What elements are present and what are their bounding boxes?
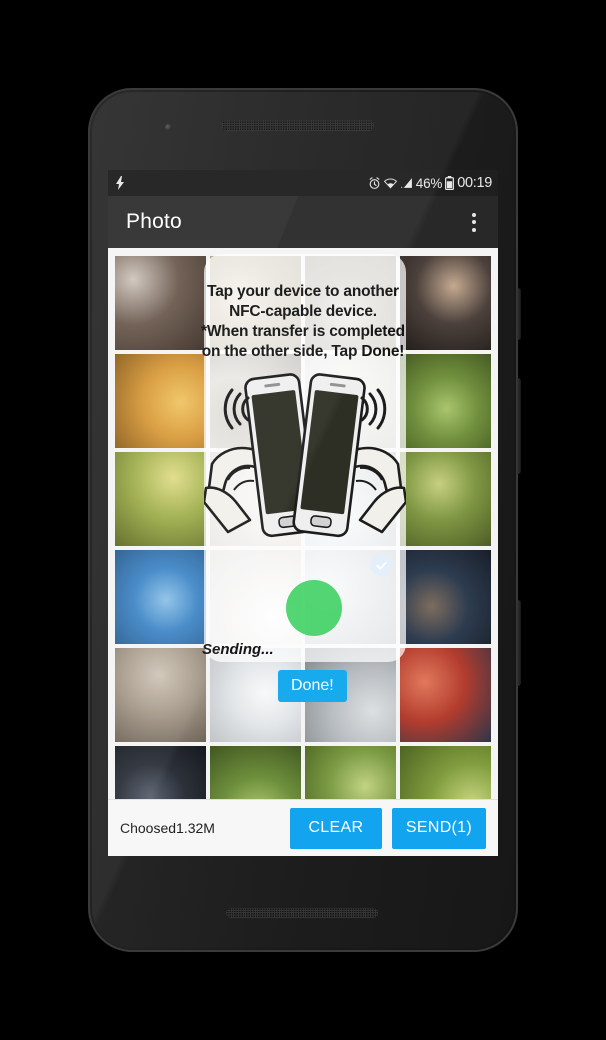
battery-percentage: 46%: [415, 175, 443, 191]
clear-button[interactable]: CLEAR: [289, 807, 382, 849]
photo-thumbnail[interactable]: [305, 354, 396, 448]
photo-thumbnail-image: [115, 648, 206, 742]
photo-thumbnail-image: [115, 256, 206, 350]
phone-screen: 46% 00:19 Photo Tap your device to anoth…: [108, 170, 498, 856]
photo-thumbnail-image: [210, 452, 301, 546]
earpiece-speaker: [222, 120, 374, 131]
front-camera-icon: [165, 124, 172, 131]
photo-picker-content: Tap your device to another NFC-capable d…: [108, 248, 498, 856]
photo-thumbnail-image: [210, 256, 301, 350]
photo-thumbnail-image: [115, 550, 206, 644]
photo-thumbnail[interactable]: [115, 452, 206, 546]
power-button[interactable]: [516, 288, 521, 340]
sending-status-text: Sending...: [202, 641, 274, 658]
photo-thumbnail-image: [210, 354, 301, 448]
bottom-action-bar: Choosed1.32M CLEAR SEND(1): [108, 799, 498, 856]
photo-thumbnail[interactable]: [400, 648, 491, 742]
chosen-size-label: Choosed1.32M: [120, 820, 215, 836]
photo-thumbnail-image: [400, 354, 491, 448]
status-bar-clock: 00:19: [457, 175, 492, 191]
volume-up-button[interactable]: [516, 378, 521, 474]
photo-thumbnail[interactable]: [400, 256, 491, 350]
photo-thumbnail-image: [400, 452, 491, 546]
page-title: Photo: [126, 210, 182, 233]
photo-thumbnail[interactable]: [115, 354, 206, 448]
photo-thumbnail-image: [400, 256, 491, 350]
photo-thumbnail[interactable]: [305, 452, 396, 546]
photo-thumbnail[interactable]: [305, 256, 396, 350]
done-button[interactable]: Done!: [278, 670, 347, 702]
check-circle-icon: [370, 554, 392, 576]
photo-thumbnail[interactable]: [210, 354, 301, 448]
status-bar-left: [116, 176, 124, 190]
photo-thumbnail[interactable]: [210, 256, 301, 350]
photo-thumbnail[interactable]: [115, 648, 206, 742]
photo-thumbnail[interactable]: [115, 550, 206, 644]
photo-thumbnail-image: [400, 648, 491, 742]
volume-down-button[interactable]: [516, 600, 521, 686]
photo-thumbnail-image: [305, 256, 396, 350]
photo-thumbnail-image: [115, 452, 206, 546]
wifi-icon: [383, 177, 397, 189]
photo-thumbnail[interactable]: [400, 550, 491, 644]
photo-thumbnail-image: [115, 354, 206, 448]
status-bar: 46% 00:19: [108, 170, 498, 196]
photo-thumbnail[interactable]: [115, 256, 206, 350]
bottom-speaker-grille: [226, 908, 378, 918]
battery-icon: [445, 176, 455, 190]
photo-thumbnail-image: [400, 550, 491, 644]
overflow-menu-icon[interactable]: [462, 205, 486, 240]
send-button[interactable]: SEND(1): [391, 807, 486, 849]
photo-thumbnail[interactable]: [400, 452, 491, 546]
photo-thumbnail[interactable]: [210, 452, 301, 546]
photo-thumbnail-image: [305, 452, 396, 546]
alarm-clock-icon: [368, 176, 381, 190]
status-bar-right: 46% 00:19: [368, 175, 492, 191]
photo-thumbnail[interactable]: [400, 354, 491, 448]
app-bar: Photo: [108, 196, 498, 248]
photo-grid[interactable]: [108, 248, 498, 840]
cellular-signal-icon: [400, 177, 413, 189]
bolt-icon: [116, 176, 124, 190]
photo-thumbnail-image: [305, 354, 396, 448]
transfer-progress-indicator: [286, 580, 342, 636]
